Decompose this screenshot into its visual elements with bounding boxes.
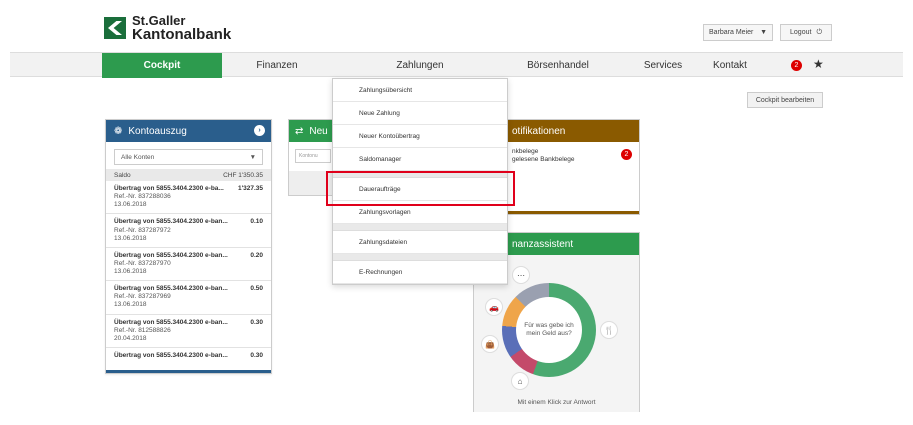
- menu-item-neue-zahlung[interactable]: Neue Zahlung: [333, 102, 507, 125]
- account-number-field[interactable]: Kontonu: [295, 149, 331, 163]
- home-icon[interactable]: ⌂: [511, 372, 529, 390]
- account-filter-value: Alle Konten: [121, 153, 155, 161]
- menu-item-zahlungsuebersicht[interactable]: Zahlungsübersicht: [333, 79, 507, 102]
- star-icon[interactable]: ★: [813, 57, 824, 71]
- menu-item-neuer-kontouebertrag[interactable]: Neuer Kontoübertrag: [333, 125, 507, 148]
- accounts-icon: ❁: [114, 125, 123, 137]
- nav-boersenhandel[interactable]: Börsenhandel: [508, 53, 608, 78]
- kontoauszug-widget: ❁ Kontoauszug › Alle Konten ▼ Saldo CHF …: [105, 119, 272, 374]
- widget-footer-bar: [106, 370, 271, 373]
- nav-zahlungen[interactable]: Zahlungen: [332, 53, 508, 78]
- menu-item-saldomanager[interactable]: Saldomanager: [333, 148, 507, 171]
- brand-text: St.Galler Kantonalbank: [132, 14, 231, 42]
- nav-services[interactable]: Services: [608, 53, 718, 78]
- transaction-amount: 0.30: [250, 351, 263, 359]
- menu-separator: [333, 224, 507, 231]
- transaction-row[interactable]: Übertrag von 5855.3404.2300 e-ban... Ref…: [106, 214, 271, 248]
- transaction-row[interactable]: Übertrag von 5855.3404.2300 e-ban... Ref…: [106, 281, 271, 315]
- chevron-right-icon[interactable]: ›: [254, 125, 265, 136]
- logo-mark-icon: [104, 17, 126, 39]
- transaction-ref: Ref.-Nr. 837288036: [114, 193, 171, 201]
- power-icon: ⏻: [816, 28, 822, 36]
- nav-cockpit[interactable]: Cockpit: [102, 53, 222, 78]
- neue-zahlung-header[interactable]: ⇄ Neu: [289, 120, 337, 142]
- saldo-label: Saldo: [114, 171, 131, 179]
- nav-kontakt[interactable]: Kontakt: [705, 53, 755, 78]
- notification-count-badge: 2: [621, 149, 632, 160]
- transaction-amount: 0.20: [250, 251, 263, 259]
- notification-badge[interactable]: 2: [791, 60, 802, 71]
- transaction-date: 13.06.2018: [114, 234, 147, 242]
- cockpit-edit-button[interactable]: Cockpit bearbeiten: [747, 92, 823, 108]
- transaction-ref: Ref.-Nr. 812588826: [114, 326, 171, 334]
- transaction-row[interactable]: Übertrag von 5855.3404.2300 e-ban... Ref…: [106, 248, 271, 282]
- transaction-title: Übertrag von 5855.3404.2300 e-ban...: [114, 351, 228, 359]
- transaction-row[interactable]: Übertrag von 5855.3404.2300 e-ban... Ref…: [106, 315, 271, 348]
- nav-finanzen[interactable]: Finanzen: [222, 53, 332, 78]
- bank-logo[interactable]: St.Galler Kantonalbank: [104, 14, 231, 42]
- transaction-date: 13.06.2018: [114, 268, 147, 275]
- transaction-title: Übertrag von 5855.3404.2300 e-ban...: [114, 251, 228, 259]
- transaction-title: Übertrag von 5855.3404.2300 e-ban...: [114, 318, 228, 326]
- transaction-title: Übertrag von 5855.3404.2300 e-ban...: [114, 218, 228, 226]
- payment-icon: ⇄: [295, 125, 304, 137]
- highlight-box: [326, 171, 515, 206]
- user-menu-button[interactable]: Barbara Meier ▼: [703, 24, 773, 41]
- car-icon[interactable]: 🚗: [485, 298, 503, 316]
- brand-line2: Kantonalbank: [132, 26, 232, 43]
- kontoauszug-header[interactable]: ❁ Kontoauszug ›: [106, 120, 271, 142]
- transaction-row[interactable]: Übertrag von 5855.3404.2300 e-ban... 0.3…: [106, 348, 271, 364]
- saldo-row: Saldo CHF 1'350.35: [106, 169, 271, 181]
- kontoauszug-title: Kontoauszug: [128, 125, 187, 137]
- notification-line2: gelesene Bankbelege: [512, 155, 575, 163]
- user-name: Barbara Meier: [709, 29, 754, 36]
- finanzassistent-footer[interactable]: Mit einem Klick zur Antwort: [473, 399, 640, 406]
- transaction-ref: Ref.-Nr. 837287970: [114, 259, 171, 267]
- account-filter-select[interactable]: Alle Konten ▼: [114, 149, 263, 165]
- transaction-ref: Ref.-Nr. 837287969: [114, 293, 171, 301]
- logout-label: Logout: [790, 29, 812, 36]
- transaction-amount: 0.10: [250, 218, 263, 226]
- more-icon[interactable]: ⋯: [512, 266, 530, 284]
- logout-button[interactable]: Logout ⏻: [780, 24, 832, 41]
- food-icon[interactable]: 🍴: [600, 321, 618, 339]
- saldo-value: CHF 1'350.35: [223, 171, 263, 179]
- transaction-title: Übertrag von 5855.3404.2300 e-ban...: [114, 285, 228, 293]
- transaction-date: 13.06.2018: [114, 301, 147, 309]
- menu-item-zahlungsdateien[interactable]: Zahlungsdateien: [333, 231, 507, 254]
- transaction-amount: 1'327.35: [237, 185, 263, 192]
- chevron-down-icon: ▼: [249, 153, 256, 161]
- transaction-row[interactable]: Übertrag von 5855.3404.2300 e-ba... Ref.…: [106, 181, 271, 215]
- transaction-amount: 0.50: [250, 285, 263, 293]
- transaction-date: 20.04.2018: [114, 334, 147, 342]
- menu-item-e-rechnungen[interactable]: E-Rechnungen: [333, 261, 507, 284]
- transaction-amount: 0.30: [250, 318, 263, 326]
- chevron-down-icon: ▼: [760, 29, 767, 36]
- menu-separator: [333, 254, 507, 261]
- shopping-icon[interactable]: 👜: [481, 335, 499, 353]
- donut-center-text[interactable]: Für was gebe ich mein Geld aus?: [516, 297, 582, 363]
- neue-zahlung-title: Neu: [309, 125, 328, 137]
- transaction-date: 13.06.2018: [114, 201, 147, 209]
- transaction-ref: Ref.-Nr. 837287972: [114, 226, 171, 234]
- notification-line1: nkbelege: [512, 148, 539, 155]
- main-nav: Cockpit Finanzen Zahlungen Börsenhandel …: [10, 52, 903, 78]
